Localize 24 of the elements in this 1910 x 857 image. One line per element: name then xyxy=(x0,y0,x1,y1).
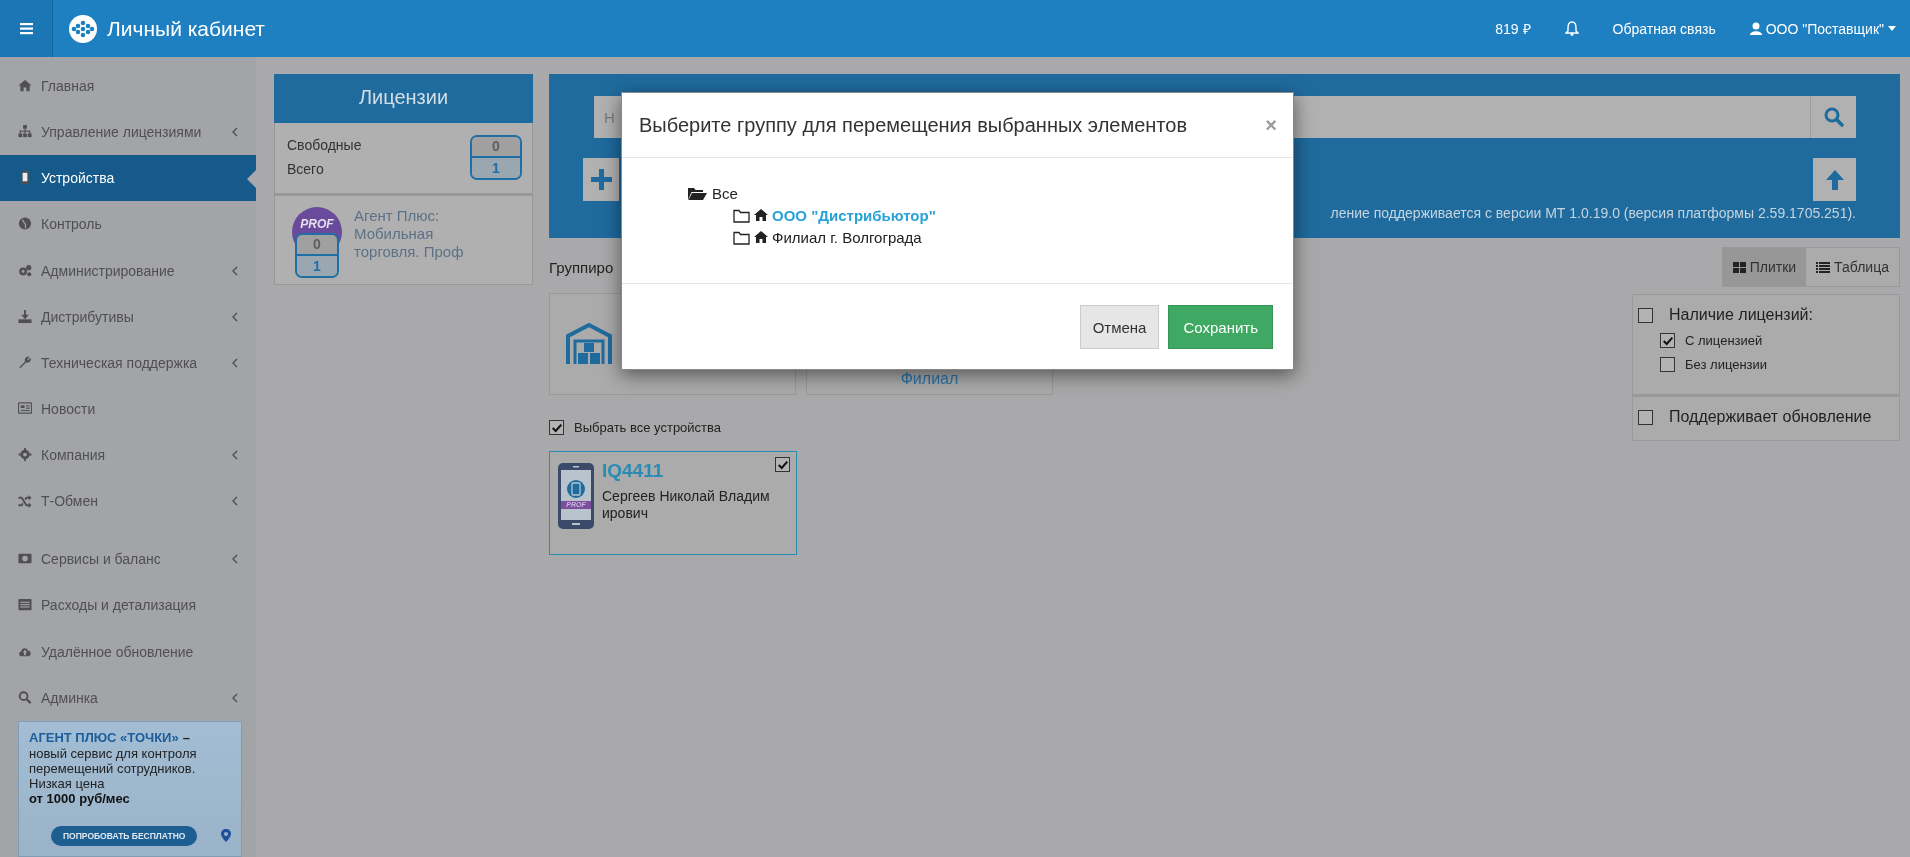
app-title: Личный кабинет xyxy=(107,16,265,41)
free-count: 0 xyxy=(472,136,520,158)
grouping-label: Группиро xyxy=(549,258,614,276)
promo-price: от 1000 руб/мес xyxy=(29,790,131,806)
free-label: Свободные xyxy=(287,136,362,155)
balance-text: 819 ₽ xyxy=(1495,20,1531,38)
free-count: 0 xyxy=(297,235,337,256)
panel-title: Лицензии xyxy=(274,74,533,123)
select-all-label: Выбрать все устройства xyxy=(574,420,722,435)
dash-text: – xyxy=(182,729,190,745)
total-count: 1 xyxy=(297,256,337,276)
promo-headline: АГЕНТ ПЛЮС «ТОЧКИ» xyxy=(29,729,179,745)
total-label: Всего xyxy=(287,160,325,179)
dialog-title: Выберите группу для перемещения выбранных элементов xyxy=(639,113,1188,137)
device-user: Сергеев Николай Владимирович xyxy=(602,488,771,522)
product-name: Агент Плюс: Мобильная торговля. Проф xyxy=(354,207,465,262)
filter-option-label: С лицензией xyxy=(1685,333,1763,348)
version-note: ление поддерживается с версии МТ 1.0.19.0 (версия платформы 2.59.1705.251). xyxy=(1330,205,1856,221)
filter-option-label: Без лицензии xyxy=(1685,357,1768,372)
total-count: 1 xyxy=(472,157,520,178)
filter-title: Поддерживает обновление xyxy=(1669,408,1872,426)
device-name: IQ4411 xyxy=(602,460,665,482)
filter-title: Наличие лицензий: xyxy=(1669,306,1813,324)
promo-text: новый сервис для контроля перемещений сотрудников. Низкая цена xyxy=(29,745,198,791)
